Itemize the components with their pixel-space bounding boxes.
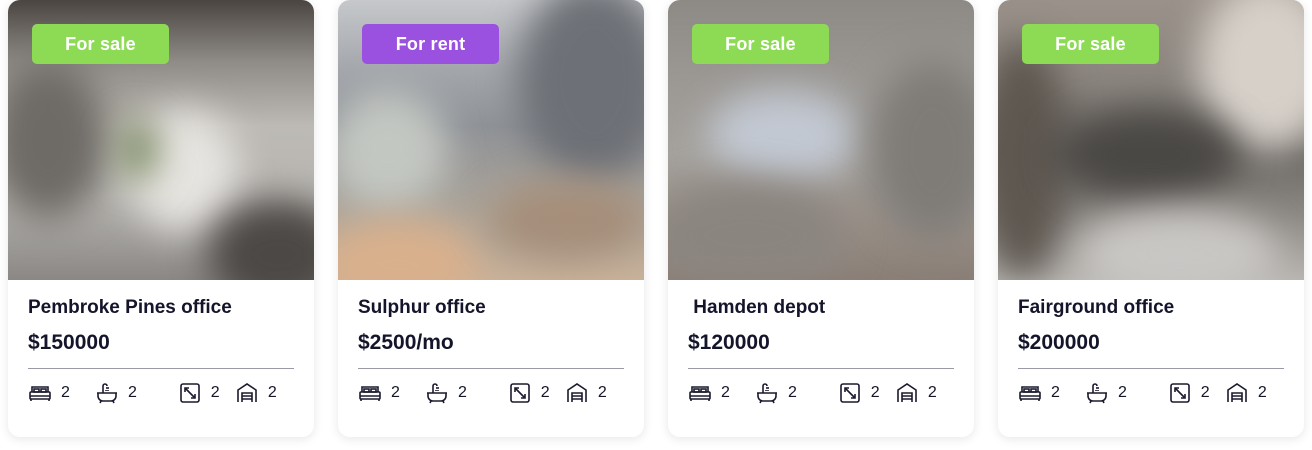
bed-icon — [1019, 386, 1041, 401]
area-count: 2 — [210, 384, 220, 401]
feature-area: 2 — [1168, 381, 1225, 405]
feature-bathrooms: 2 — [425, 381, 508, 405]
bathrooms-count: 2 — [788, 384, 797, 401]
divider — [28, 368, 294, 369]
feature-bathrooms: 2 — [755, 381, 838, 405]
garage-count: 2 — [927, 384, 937, 401]
bed-icon — [689, 386, 711, 401]
bathtub-icon — [757, 383, 777, 404]
bedrooms-count: 2 — [1051, 384, 1060, 401]
garage-count: 2 — [267, 384, 277, 401]
listing-title[interactable]: Fairground office — [1018, 296, 1284, 320]
listing-price: $150000 — [28, 331, 110, 354]
status-badge: For sale — [32, 24, 169, 64]
listing-features: 2 2 2 2 — [358, 381, 624, 405]
garage-count: 2 — [1257, 384, 1267, 401]
area-count: 2 — [540, 384, 550, 401]
listing-photo[interactable]: For sale — [8, 0, 314, 280]
listing-price: $200000 — [1018, 331, 1100, 354]
feature-garage: 2 — [565, 381, 624, 405]
listing-title[interactable]: Pembroke Pines office — [28, 296, 294, 320]
feature-garage: 2 — [235, 381, 294, 405]
area-resize-icon — [1169, 383, 1190, 403]
listing-card[interactable]: For rent Sulphur office $2500/mo 2 2 2 2 — [338, 0, 644, 437]
bathtub-icon — [427, 383, 447, 404]
area-resize-icon — [839, 383, 860, 403]
listing-card[interactable]: For sale Hamden depot $120000 2 2 2 2 — [668, 0, 974, 437]
feature-bathrooms: 2 — [95, 381, 178, 405]
bathrooms-count: 2 — [458, 384, 467, 401]
listing-photo[interactable]: For sale — [998, 0, 1304, 280]
listing-photo[interactable]: For rent — [338, 0, 644, 280]
feature-area: 2 — [508, 381, 565, 405]
bathtub-icon — [97, 383, 117, 404]
feature-area: 2 — [838, 381, 895, 405]
bedrooms-count: 2 — [721, 384, 730, 401]
listing-grid: For sale Pembroke Pines office $150000 2… — [0, 0, 1312, 450]
area-resize-icon — [179, 383, 200, 403]
garage-count: 2 — [597, 384, 607, 401]
garage-icon — [567, 383, 587, 402]
bedrooms-count: 2 — [61, 384, 70, 401]
garage-icon — [897, 383, 917, 402]
divider — [688, 368, 954, 369]
listing-card[interactable]: For sale Pembroke Pines office $150000 2… — [8, 0, 314, 437]
feature-bathrooms: 2 — [1085, 381, 1168, 405]
feature-area: 2 — [178, 381, 235, 405]
bedrooms-count: 2 — [391, 384, 400, 401]
status-badge: For sale — [1022, 24, 1159, 64]
bathtub-icon — [1087, 383, 1107, 404]
listing-photo[interactable]: For sale — [668, 0, 974, 280]
status-badge: For sale — [692, 24, 829, 64]
divider — [358, 368, 624, 369]
listing-price: $2500/mo — [358, 331, 454, 354]
feature-bedrooms: 2 — [28, 381, 95, 405]
listing-title[interactable]: Sulphur office — [358, 296, 624, 320]
feature-bedrooms: 2 — [358, 381, 425, 405]
bathrooms-count: 2 — [1118, 384, 1127, 401]
area-resize-icon — [509, 383, 530, 403]
bed-icon — [359, 386, 381, 401]
area-count: 2 — [1200, 384, 1210, 401]
listing-price: $120000 — [688, 331, 770, 354]
area-count: 2 — [870, 384, 880, 401]
status-badge: For rent — [362, 24, 499, 64]
listing-card[interactable]: For sale Fairground office $200000 2 2 2 — [998, 0, 1304, 437]
feature-garage: 2 — [895, 381, 954, 405]
feature-garage: 2 — [1225, 381, 1284, 405]
feature-bedrooms: 2 — [1018, 381, 1085, 405]
bathrooms-count: 2 — [128, 384, 137, 401]
garage-icon — [1227, 383, 1247, 402]
listing-features: 2 2 2 2 — [688, 381, 954, 405]
listing-features: 2 2 2 2 — [28, 381, 294, 405]
bed-icon — [29, 386, 51, 401]
listing-features: 2 2 2 2 — [1018, 381, 1284, 405]
listing-title[interactable]: Hamden depot — [688, 296, 954, 320]
garage-icon — [237, 383, 257, 402]
feature-bedrooms: 2 — [688, 381, 755, 405]
divider — [1018, 368, 1284, 369]
